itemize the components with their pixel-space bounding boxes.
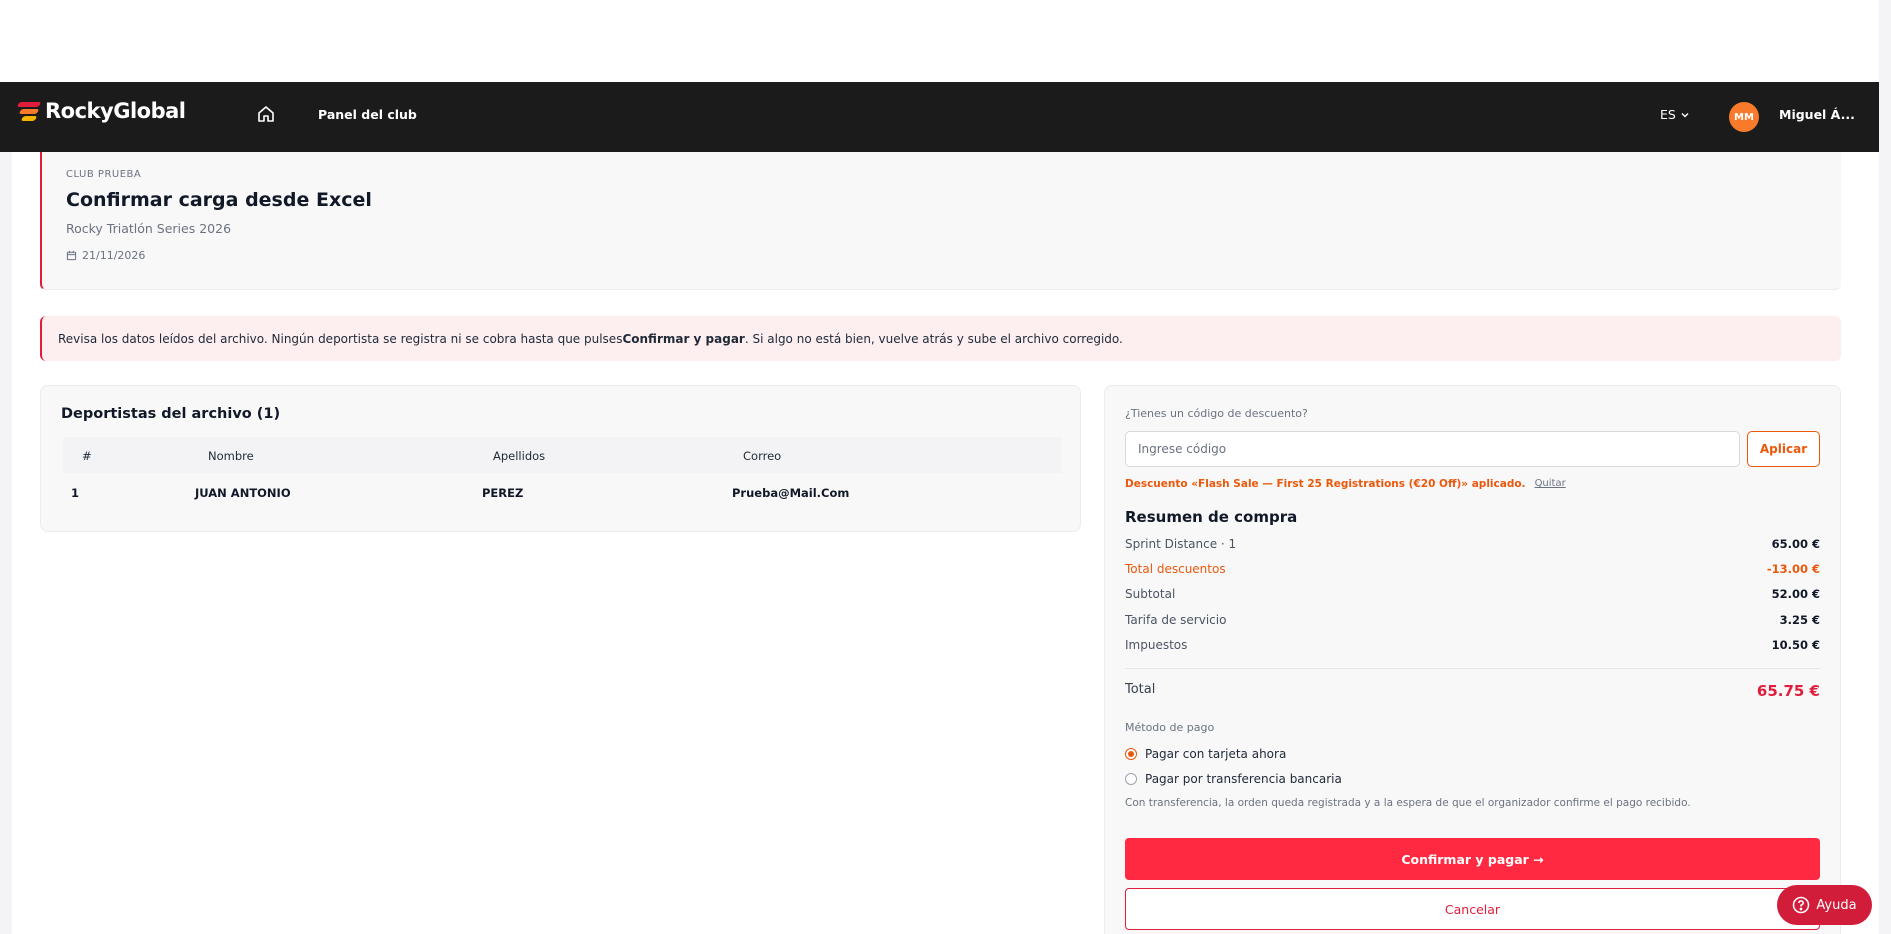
summary-line-item: Sprint Distance · 1 65.00 €: [1125, 537, 1820, 551]
nav-link-panel-del-club[interactable]: Panel del club: [318, 107, 417, 122]
review-notice: Revisa los datos leídos del archivo. Nin…: [40, 316, 1841, 361]
column-header-number: #: [82, 449, 92, 463]
event-date-text: 21/11/2026: [82, 249, 146, 262]
cell-apellidos: PEREZ: [482, 486, 524, 500]
summary-title: Resumen de compra: [1125, 508, 1298, 526]
notice-text-before: Revisa los datos leídos del archivo. Nin…: [58, 331, 623, 346]
cancel-button[interactable]: Cancelar: [1125, 888, 1820, 930]
radio-transfer[interactable]: [1125, 773, 1137, 785]
total-label: Total: [1125, 682, 1156, 697]
line-label: Sprint Distance · 1: [1125, 537, 1237, 551]
brand-name: RockyGlobal: [45, 99, 186, 123]
home-icon[interactable]: [256, 104, 276, 124]
summary-line-subtotal: Subtotal 52.00 €: [1125, 587, 1820, 601]
table-row: 1 JUAN ANTONIO PEREZ Prueba@Mail.Com: [63, 474, 1061, 510]
discount-code-input[interactable]: [1125, 431, 1740, 467]
page-title: Confirmar carga desde Excel: [66, 189, 372, 211]
line-value: -13.00 €: [1766, 562, 1820, 576]
apply-discount-button[interactable]: Aplicar: [1747, 431, 1820, 467]
payment-method-label: Método de pago: [1125, 721, 1215, 734]
summary-line-taxes: Impuestos 10.50 €: [1125, 638, 1820, 652]
user-name[interactable]: Miguel Á...: [1779, 107, 1855, 122]
logo-stripes-icon: [16, 99, 42, 123]
page-scrollbar[interactable]: [1879, 0, 1891, 934]
payment-option-label: Pagar con tarjeta ahora: [1145, 747, 1287, 761]
column-header-apellidos: Apellidos: [493, 449, 546, 463]
payment-option-transfer[interactable]: Pagar por transferencia bancaria: [1125, 772, 1342, 786]
payment-option-label: Pagar por transferencia bancaria: [1145, 772, 1342, 786]
line-label: Tarifa de servicio: [1125, 613, 1227, 627]
line-label: Impuestos: [1125, 638, 1188, 652]
summary-line-service-fee: Tarifa de servicio 3.25 €: [1125, 613, 1820, 627]
summary-total: Total 65.75 €: [1125, 682, 1820, 700]
calendar-icon: [66, 250, 77, 261]
event-header-card: CLUB PRUEBA Confirmar carga desde Excel …: [40, 152, 1841, 290]
notice-text-after: . Si algo no está bien, vuelve atrás y s…: [744, 331, 1123, 346]
column-header-correo: Correo: [743, 449, 782, 463]
left-gutter: [0, 152, 12, 934]
line-label: Total descuentos: [1125, 562, 1226, 576]
line-value: 3.25 €: [1779, 613, 1820, 627]
total-value: 65.75 €: [1756, 682, 1820, 700]
column-header-nombre: Nombre: [208, 449, 254, 463]
transfer-note: Con transferencia, la orden queda regist…: [1125, 797, 1691, 809]
club-label: CLUB PRUEBA: [66, 169, 142, 180]
language-label: ES: [1660, 107, 1676, 122]
line-value: 65.00 €: [1771, 537, 1820, 551]
cell-correo: Prueba@Mail.Com: [732, 486, 850, 500]
cell-number: 1: [71, 486, 80, 500]
language-selector[interactable]: ES: [1660, 107, 1690, 122]
avatar[interactable]: MM: [1729, 102, 1759, 132]
payment-option-card[interactable]: Pagar con tarjeta ahora: [1125, 747, 1286, 761]
line-label: Subtotal: [1125, 587, 1176, 601]
discount-question: ¿Tienes un código de descuento?: [1125, 407, 1308, 420]
top-blank-area: [0, 0, 1891, 82]
summary-line-discounts: Total descuentos -13.00 €: [1125, 562, 1820, 576]
cell-nombre: JUAN ANTONIO: [195, 486, 291, 500]
brand-logo[interactable]: RockyGlobal: [16, 99, 186, 123]
purchase-summary-card: ¿Tienes un código de descuento? Aplicar …: [1104, 385, 1841, 934]
discount-applied-message: Descuento «Flash Sale — First 25 Registr…: [1125, 478, 1566, 490]
event-date: 21/11/2026: [66, 249, 145, 262]
line-value: 10.50 €: [1771, 638, 1820, 652]
notice-text-bold: Confirmar y pagar: [622, 331, 745, 346]
help-button[interactable]: Ayuda: [1777, 885, 1872, 925]
discount-applied-text: Descuento «Flash Sale — First 25 Registr…: [1125, 478, 1526, 490]
athletes-card: Deportistas del archivo (1) # Nombre Ape…: [40, 385, 1081, 532]
confirm-and-pay-button[interactable]: Confirmar y pagar →: [1125, 838, 1820, 880]
help-label: Ayuda: [1816, 897, 1857, 913]
remove-discount-link[interactable]: Quitar: [1535, 478, 1566, 490]
top-navbar: RockyGlobal Panel del club ES MM Miguel …: [0, 82, 1879, 152]
event-name: Rocky Triatlón Series 2026: [66, 221, 232, 236]
line-value: 52.00 €: [1771, 587, 1820, 601]
table-header: # Nombre Apellidos Correo: [63, 437, 1061, 473]
chevron-down-icon: [1681, 112, 1689, 117]
help-circle-icon: [1793, 896, 1810, 914]
radio-card[interactable]: [1125, 748, 1137, 760]
athletes-title: Deportistas del archivo (1): [61, 406, 281, 422]
summary-divider: [1125, 668, 1820, 669]
